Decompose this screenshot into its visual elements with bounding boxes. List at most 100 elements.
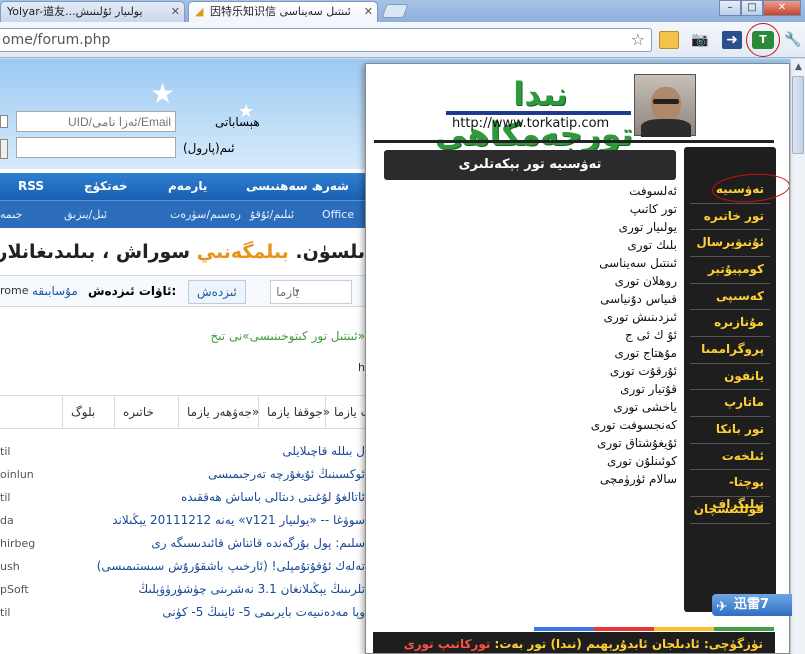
post-author[interactable]: da [0,509,14,532]
site-link[interactable]: بلىك تورى [477,236,677,254]
wrench-icon[interactable]: 🔧 [783,31,803,49]
logo-underline [446,111,631,115]
sidebar-item-general[interactable]: ئۇنىۋېرسال [684,231,776,253]
site-link[interactable]: ئۇرقۇت تورى [477,362,677,380]
sidebar-item-computer[interactable]: كومپيۇتېر [684,258,776,280]
post-author[interactable]: til [0,440,10,463]
site-link[interactable]: ياخشى تورى [477,398,677,416]
site-link[interactable]: تور كاتىپ [477,200,677,218]
scroll-thumb[interactable] [792,76,804,154]
subnav-item[interactable]: ئىلىم/ئۇقۇ [250,201,294,229]
site-link[interactable]: يولىيار تورى [477,218,677,236]
sidebar-item-professional[interactable]: كەسىپى [684,285,776,307]
scroll-up-icon[interactable]: ▲ [791,59,805,75]
post-title[interactable]: تەلەك ئۇقۇتۇمپلى! (ئارخىپ باشقۇرۇش سىستى… [97,555,365,578]
post-author[interactable]: til [0,601,10,624]
subnav-item[interactable]: Office [322,201,354,229]
site-link[interactable]: ئۇيغۇشتاق تورى [477,434,677,452]
site-link[interactable]: كوئىنلۇن تورى [477,452,677,470]
hot-search-link[interactable]: rome [0,284,29,297]
bookmark-star-icon[interactable]: ☆ [631,29,645,51]
sidebar-divider [690,336,770,337]
post-tab[interactable]: بلوگ [62,396,103,429]
address-bar[interactable]: ome/forum.php ☆ [0,28,652,52]
post-title[interactable]: تلرىنىڭ يېڭىلانغان 3.1 نەشرىنى چۈشۈرۈۋېل… [138,578,365,601]
nav-item[interactable]: خەتكۈچ [84,173,128,200]
username-input[interactable] [16,111,176,132]
strip-blue [534,627,594,631]
password-label: ئىم(پارول) [183,141,235,155]
post-author[interactable]: ush [0,555,20,578]
post-title[interactable]: سلىم: پول بۇرگەندە قاتناش قائىدىسىگە رى [151,532,365,555]
site-link[interactable]: سالام ئۈرۈمچى [477,470,677,488]
sidebar-divider [690,389,770,390]
checkbox[interactable] [0,115,8,128]
star-decoration-icon: ★ [150,77,176,110]
category-sidebar: تەۋسىيە تور خاتىرە ئۇنىۋېرسال كومپيۇتېر … [684,147,776,612]
search-type-dropdown[interactable]: يازما ▾ [270,280,352,304]
subnav-item[interactable]: جىمە [0,201,22,229]
post-tab[interactable]: جوقفا يازما» [258,396,338,429]
sidebar-item-post-telegraph[interactable]: پوچتا-تېلېگراف [684,471,776,511]
sidebar-item-forum[interactable]: مۇنازىرە [684,311,776,333]
tab-yolyar[interactable]: Yolyar-道友...يولىيار ئۇلىنىش ✕ [0,1,185,22]
sidebar-item-blog[interactable]: تور خاتىرە [684,205,776,227]
new-tab-button[interactable] [381,4,409,18]
footer-text: تۈزگۈچى: ئادىلجان ئابدۇرېھىم (نىدا) تور … [490,637,763,651]
site-link[interactable]: كەنجسوفت تورى [477,416,677,434]
arrow-extension-icon[interactable]: ➜ [722,31,742,49]
post-title[interactable]: ئوكسىنىڭ ئۇيغۇرچە تەرجىمىسى [208,463,365,486]
page-scrollbar[interactable]: ▲ [790,59,805,654]
post-author[interactable]: hirbeg [0,532,35,555]
login-button[interactable] [0,139,8,159]
search-button[interactable]: ئىزدەش [188,280,246,304]
close-tab-icon[interactable]: ✕ [171,2,180,21]
site-link[interactable]: قۇتيار تورى [477,380,677,398]
post-title[interactable]: وپا مەدەنىيەت بايرىمى 5- ئاينىڭ 5- كۈنى [162,601,365,624]
tab-intel[interactable]: ◢ 因特乐知识信 ئىنتىل سەيناسى ✕ [188,1,378,22]
nav-item[interactable]: شەرھ سەھنىسى [246,173,349,200]
announcement-marquee[interactable]: «ئىنتىل تور كىتوخىنىسى»نى تىخ [210,329,365,343]
post-author[interactable]: til [0,486,10,509]
sidebar-item-mobile[interactable]: يانفون [684,365,776,387]
password-input[interactable] [16,137,176,158]
close-window-button[interactable]: ✕ [763,0,801,16]
site-link[interactable]: مۇھتاج تورى [477,344,677,362]
sidebar-item-sport[interactable]: ماتارپ [684,391,776,413]
maximize-button[interactable]: □ [741,0,763,16]
sidebar-item-email[interactable]: ئىلخەت [684,445,776,467]
tab-label: Yolyar-道友...يولىيار ئۇلىنىش [7,5,143,18]
logo-url-link[interactable]: http://www.torkatip.com [452,116,609,131]
site-link[interactable]: ئىنتىل سەيناسى [477,254,677,272]
camera-icon[interactable]: 📷 [690,31,710,49]
strip-green [714,627,774,631]
post-title[interactable]: ل بىللە قاچىلايلى [282,440,365,463]
close-tab-icon[interactable]: ✕ [364,2,373,21]
subnav-item[interactable]: رەسىم/سۈرەت [170,201,241,229]
minimize-button[interactable]: – [719,0,741,16]
footer-link[interactable]: توركاتىپ تورى [404,637,491,651]
post-author[interactable]: pSoft [0,578,29,601]
site-link[interactable]: ئۇ ك ئى ج [477,326,677,344]
post-author[interactable]: oinlun [0,463,34,486]
site-link[interactable]: ئىزدىنىش تورى [477,308,677,326]
post-tab[interactable]: جەۋھەر يازما» [178,396,267,429]
sidebar-item-bank[interactable]: تور بانكا [684,418,776,440]
page-favicon-icon: ◢ [195,5,204,18]
post-title[interactable]: سوۋغا -- «يولىيار v121» يەنە 20111212 يې… [112,509,365,532]
slogan-text: سوراش ، بىلىدىغانلار د [0,241,197,263]
site-link[interactable]: قىياس دۇنياسى [477,290,677,308]
post-tab[interactable]: خاتىرە [114,396,162,429]
post-title[interactable]: ئاتالغۇ لۇغىتى دىتالى باساش ھەققىدە [181,486,365,509]
site-link[interactable]: روھلان تورى [477,272,677,290]
subnav-item[interactable]: ئىل/يىزىق [64,201,107,229]
xunlei-widget[interactable]: ✈ 迅雷7 [712,594,792,616]
hot-search-link[interactable]: مۇسابىقە [32,284,78,298]
nav-item-rss[interactable]: RSS [18,173,44,200]
folder-icon[interactable] [659,31,679,49]
sidebar-divider [690,283,770,284]
sidebar-item-practical[interactable]: قوللىنشچان [684,498,776,520]
nav-item[interactable]: يارمەم [168,173,207,200]
sidebar-item-programming[interactable]: پروگراممىا [684,338,776,360]
site-link[interactable]: ئەلسوفت [477,182,677,200]
